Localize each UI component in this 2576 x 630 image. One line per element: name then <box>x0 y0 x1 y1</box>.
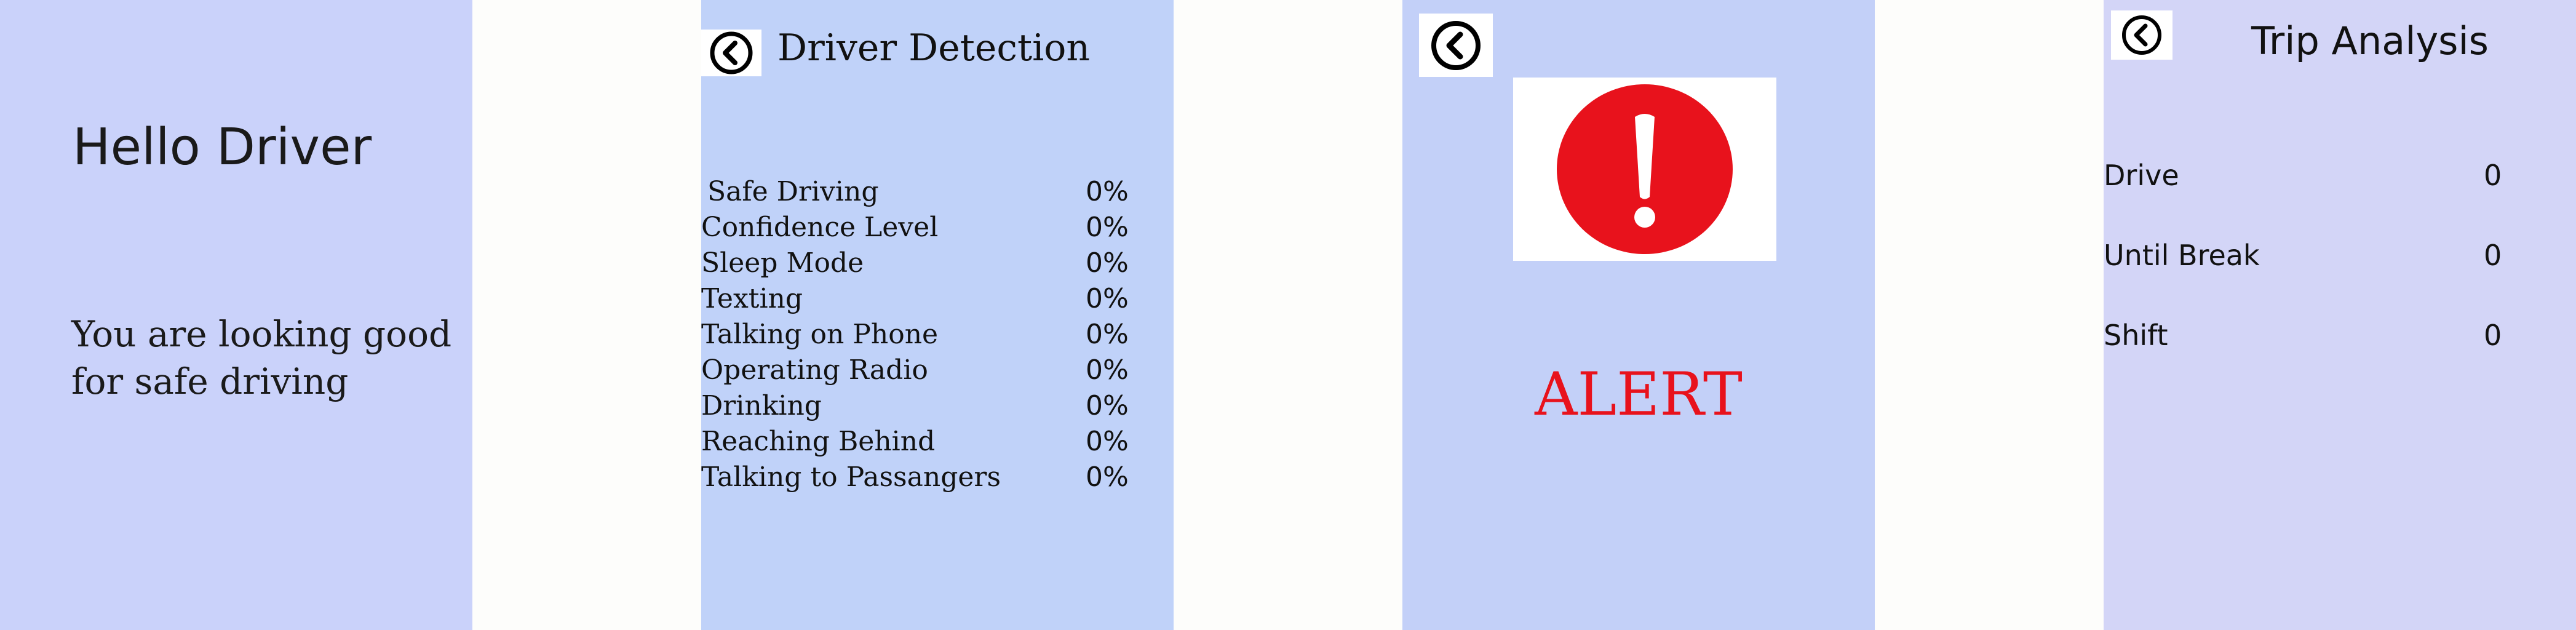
metric-row: Safe Driving 0% <box>701 176 1132 212</box>
metric-row: Confidence Level 0% <box>701 212 1132 247</box>
metric-row: Reaching Behind 0% <box>701 426 1132 461</box>
metric-row: Sleep Mode 0% <box>701 247 1132 283</box>
metric-row: Talking to Passangers 0% <box>701 461 1132 497</box>
page-title: Driver Detection <box>777 26 1091 70</box>
metric-row: Operating Radio 0% <box>701 354 1132 390</box>
trip-stat-row: Shift 0 <box>2104 319 2503 356</box>
metric-value: 0% <box>1086 390 1129 421</box>
chevron-left-circle-icon <box>1431 20 1481 70</box>
metric-value: 0% <box>1086 247 1129 279</box>
metric-value: 0% <box>1086 354 1129 386</box>
metric-label: Sleep Mode <box>701 247 864 279</box>
chevron-left-circle-icon <box>710 31 753 74</box>
safety-message: You are looking good for safe driving <box>71 313 452 402</box>
trip-stat-label: Drive <box>2104 159 2179 192</box>
trip-analysis-screen: Trip Analysis Drive 0 Until Break 0 Shif… <box>2104 0 2576 630</box>
metric-label: Safe Driving <box>707 176 879 207</box>
metric-label: Drinking <box>701 390 822 421</box>
metric-value: 0% <box>1086 461 1129 493</box>
trip-stat-label: Shift <box>2104 319 2168 352</box>
metric-label: Reaching Behind <box>701 426 936 457</box>
welcome-screen: Hello Driver You are looking good for sa… <box>0 0 472 630</box>
trip-stat-value: 0 <box>2484 239 2502 272</box>
back-button[interactable] <box>2111 10 2173 60</box>
metric-label: Confidence Level <box>701 212 939 243</box>
metric-row: Talking on Phone 0% <box>701 319 1132 354</box>
back-button[interactable] <box>1419 14 1493 77</box>
metric-label: Operating Radio <box>701 354 928 386</box>
metric-value: 0% <box>1086 283 1129 314</box>
trip-stat-value: 0 <box>2484 319 2502 352</box>
page-title: Trip Analysis <box>2251 18 2489 63</box>
metric-value: 0% <box>1086 176 1129 207</box>
metric-label: Texting <box>701 283 803 314</box>
trip-stat-row: Drive 0 <box>2104 159 2503 196</box>
metric-value: 0% <box>1086 212 1129 243</box>
trip-stat-label: Until Break <box>2104 239 2260 272</box>
trip-stat-value: 0 <box>2484 159 2502 192</box>
alert-label: ALERT <box>1535 360 1743 429</box>
alert-screen: ALERT <box>1402 0 1875 630</box>
exclamation-circle-icon <box>1557 84 1733 254</box>
metric-value: 0% <box>1086 319 1129 350</box>
metric-row: Texting 0% <box>701 283 1132 319</box>
driver-detection-screen: Driver Detection Safe Driving 0% Confide… <box>701 0 1174 630</box>
metric-label: Talking on Phone <box>701 319 939 350</box>
greeting-heading: Hello Driver <box>73 118 372 177</box>
metric-value: 0% <box>1086 426 1129 457</box>
alert-icon-box <box>1513 78 1776 261</box>
trip-stat-row: Until Break 0 <box>2104 239 2503 276</box>
metric-label: Talking to Passangers <box>701 461 1001 493</box>
chevron-left-circle-icon <box>2122 15 2161 55</box>
back-button[interactable] <box>701 30 761 76</box>
screens-canvas: Hello Driver You are looking good for sa… <box>0 0 2576 630</box>
metric-row: Drinking 0% <box>701 390 1132 426</box>
